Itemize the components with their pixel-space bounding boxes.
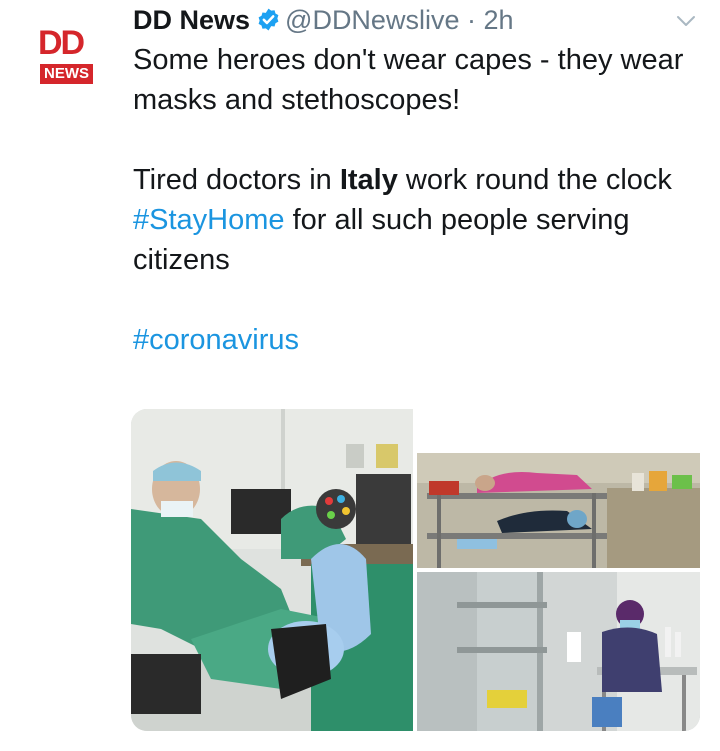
tweet-text-line-1: Some heroes don't wear capes - they wear… [133,44,684,116]
avatar[interactable]: DD NEWS [30,22,100,92]
tweet-text: Some heroes don't wear capes - they wear… [133,40,693,360]
verified-badge-icon [256,5,281,31]
tweet-media-grid [131,409,700,731]
photo-doctors-office[interactable] [131,409,413,731]
chevron-down-icon[interactable] [675,10,697,32]
hashtag-coronavirus[interactable]: #coronavirus [133,324,299,356]
author-handle[interactable]: @DDNewslive [285,5,459,35]
header-separator: · [466,5,476,35]
tweet-text-line-2: Tired doctors in Italy work round the cl… [133,164,672,196]
hashtag-stayhome[interactable]: #StayHome [133,204,285,236]
tweet-text-line-3: #StayHome for all such people serving ci… [133,204,630,276]
author-name[interactable]: DD News [133,5,250,35]
avatar-logo-dd: DD [38,24,85,62]
tweet-text-line-4: #coronavirus [133,320,693,360]
tweet-timestamp[interactable]: 2h [484,5,514,35]
bold-italy: Italy [339,164,398,196]
photo-nurse-resting-hallway[interactable] [417,572,700,731]
avatar-logo-news: NEWS [40,64,93,84]
photo-doctors-sleeping-on-cart[interactable] [417,453,700,568]
tweet-header: DD News @DDNewslive · 2h [133,2,514,38]
